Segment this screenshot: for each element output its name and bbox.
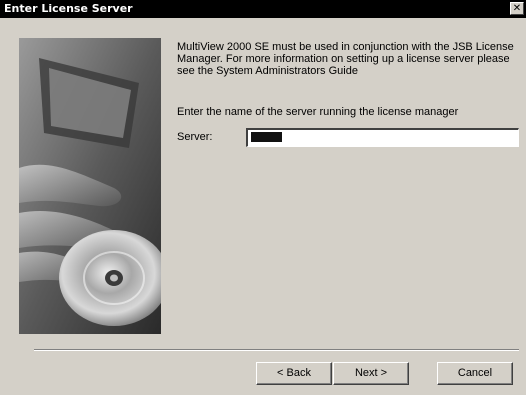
button-separator (34, 349, 519, 351)
next-button[interactable]: Next > (333, 362, 409, 385)
close-icon: ✕ (512, 3, 522, 14)
window-title: Enter License Server (4, 2, 133, 15)
back-button[interactable]: < Back (256, 362, 332, 385)
server-label: Server: (177, 131, 213, 143)
cancel-button[interactable]: Cancel (437, 362, 513, 385)
cd-disc-hand-icon (19, 38, 161, 334)
title-bar: Enter License Server ✕ (0, 0, 526, 18)
close-button[interactable]: ✕ (510, 2, 524, 15)
redacted-server-value (251, 132, 282, 142)
license-info-text: MultiView 2000 SE must be used in conjun… (177, 41, 514, 77)
license-server-dialog: Enter License Server ✕ MultiView 2000 SE… (0, 0, 526, 395)
wizard-artwork (19, 38, 161, 334)
server-input[interactable] (246, 128, 519, 147)
server-prompt-text: Enter the name of the server running the… (177, 106, 459, 118)
